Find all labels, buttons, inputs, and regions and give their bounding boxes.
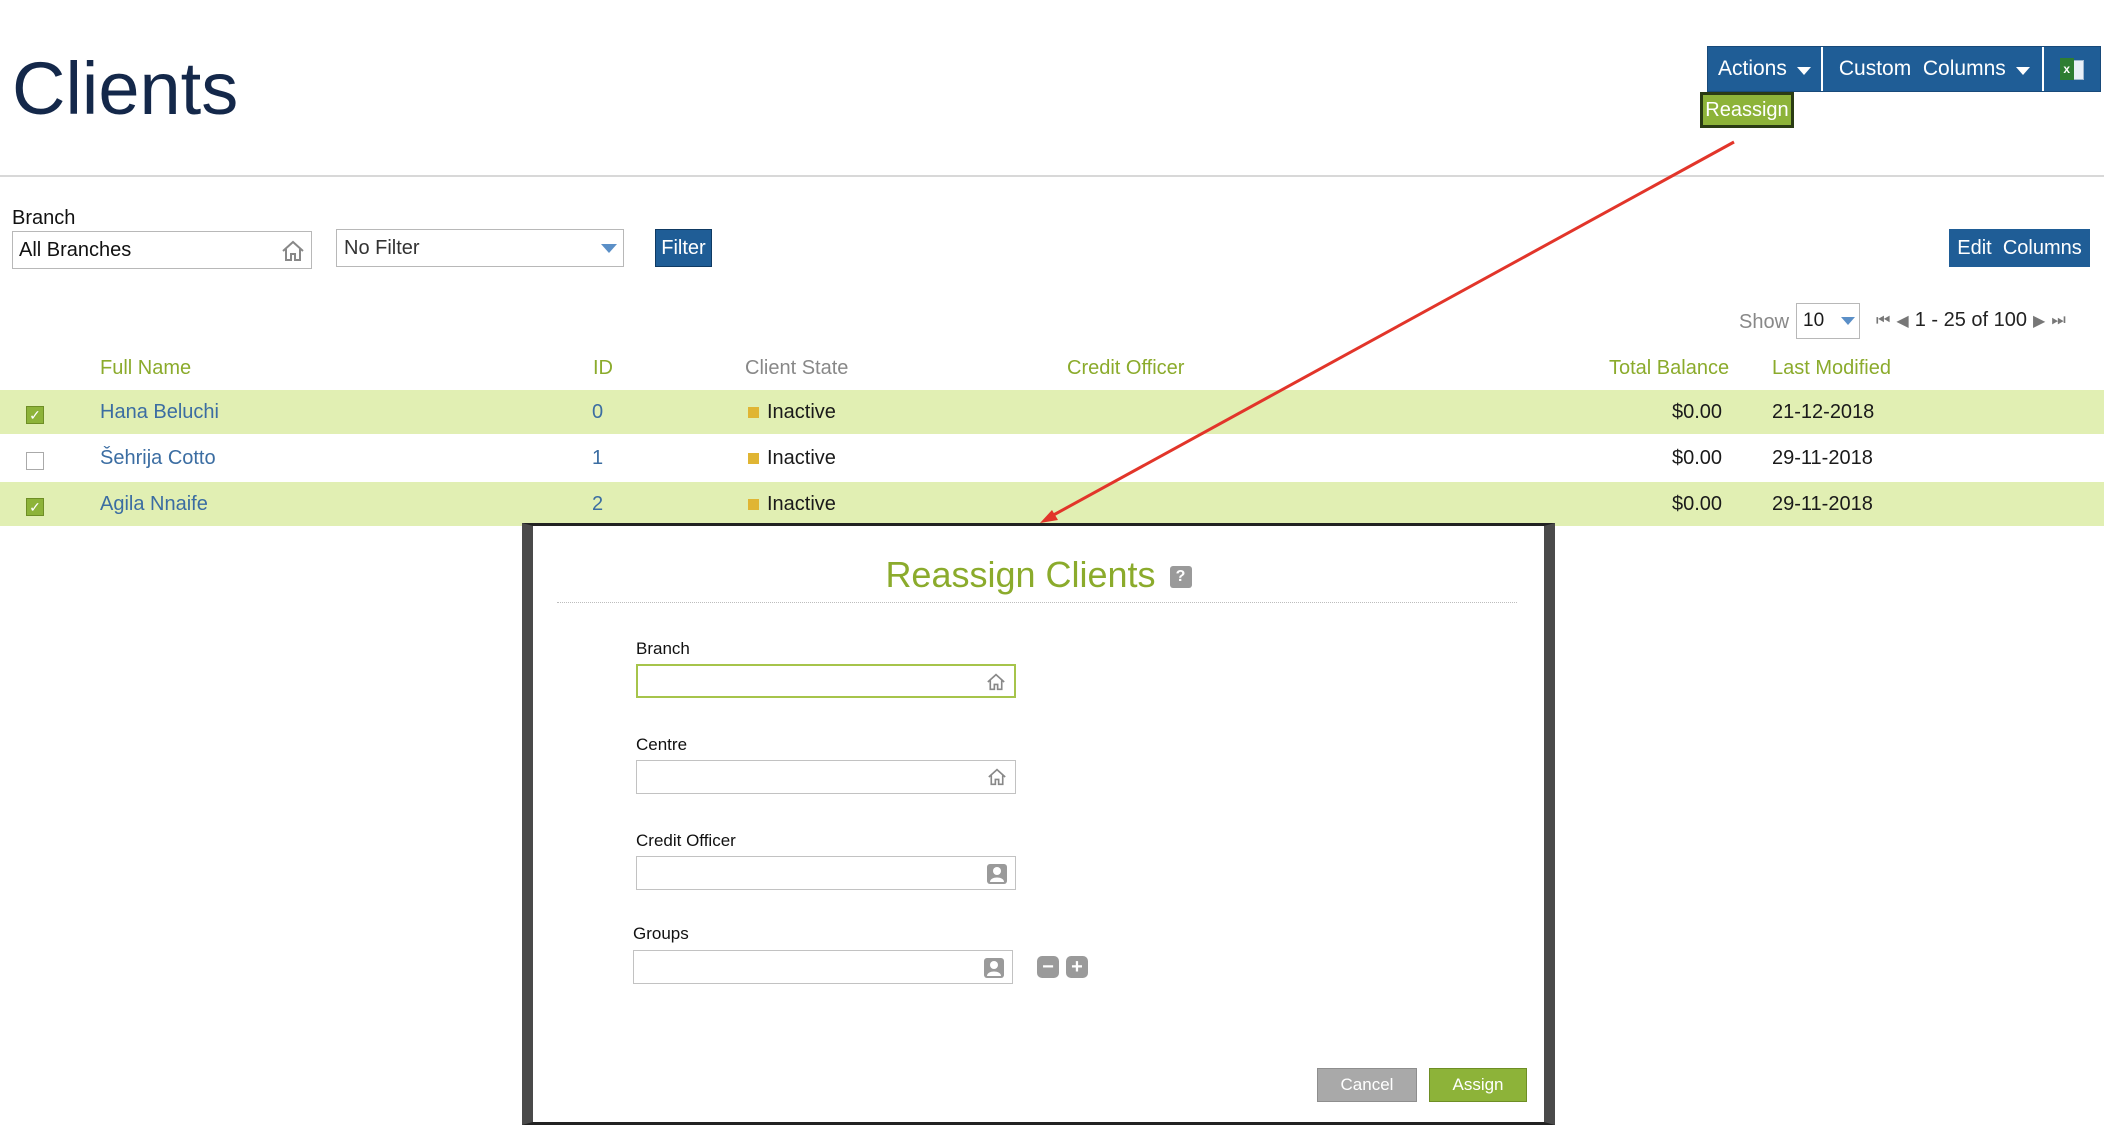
client-state: Inactive [748, 493, 836, 516]
dialog-title-text: Reassign Clients [885, 554, 1156, 595]
branch-label: Branch [12, 207, 76, 229]
branch-field[interactable] [636, 664, 1016, 698]
status-square-icon [748, 407, 759, 419]
last-page-icon[interactable]: ⏭ [2051, 312, 2065, 330]
chevron-down-icon [1796, 67, 1811, 75]
credit-officer-field-label: Credit Officer [636, 831, 736, 850]
cancel-button[interactable]: Cancel [1317, 1068, 1417, 1102]
client-id-link[interactable]: 2 [592, 493, 603, 516]
chevron-down-icon [601, 244, 617, 253]
person-icon[interactable] [987, 864, 1007, 889]
row-checkbox[interactable] [26, 452, 44, 470]
total-balance: $0.00 [1672, 493, 1723, 515]
page-range: 1 - 25 of 100 [1914, 309, 2028, 331]
assign-button[interactable]: Assign [1429, 1068, 1527, 1102]
actions-label: Actions [1718, 57, 1787, 80]
table-row[interactable]: Šehrija Cotto 1 Inactive $0.00 29-11-201… [0, 436, 2104, 480]
show-label: Show [1739, 311, 1790, 333]
status-square-icon [748, 499, 759, 511]
header-divider [0, 175, 2104, 177]
branch-selector[interactable]: All Branches [12, 231, 312, 269]
filter-select-value: No Filter [344, 236, 420, 259]
dialog-divider [557, 602, 1517, 603]
column-header-client-state[interactable]: Client State [745, 357, 848, 380]
first-page-icon[interactable]: ⏮ [1876, 312, 1890, 330]
excel-icon: x [2059, 58, 2084, 80]
total-balance: $0.00 [1672, 401, 1723, 423]
table-row[interactable]: ✓ Hana Beluchi 0 Inactive $0.00 21-12-20… [0, 390, 2104, 434]
chevron-down-icon [2015, 67, 2030, 75]
chevron-down-icon [1841, 317, 1855, 325]
client-state: Inactive [748, 447, 836, 470]
reassign-clients-dialog: Reassign Clients? Branch Centre Credit O… [522, 523, 1555, 1125]
custom-columns-button[interactable]: Custom Columns [1823, 47, 2044, 91]
help-icon[interactable]: ? [1169, 566, 1192, 589]
edit-columns-button[interactable]: Edit Columns [1949, 229, 2090, 267]
actions-button[interactable]: Actions [1708, 47, 1823, 91]
row-checkbox[interactable]: ✓ [26, 406, 44, 424]
client-id-link[interactable]: 1 [592, 447, 603, 470]
column-header-last-modified[interactable]: Last Modified [1772, 357, 1891, 380]
client-id-link[interactable]: 0 [592, 401, 603, 424]
page-size-value: 10 [1803, 310, 1825, 331]
column-header-total-balance[interactable]: Total Balance [1609, 357, 1729, 380]
page-title: Clients [12, 47, 239, 130]
groups-field[interactable] [633, 950, 1013, 984]
column-header-credit-officer[interactable]: Credit Officer [1067, 357, 1184, 380]
export-excel-button[interactable]: x [2044, 47, 2100, 91]
dialog-title: Reassign Clients? [533, 554, 1544, 596]
prev-page-icon[interactable]: ◀ [1896, 311, 1908, 331]
custom-columns-label: Custom Columns [1838, 57, 2006, 80]
remove-group-icon[interactable]: − [1037, 956, 1059, 978]
column-header-id[interactable]: ID [593, 357, 613, 380]
total-balance: $0.00 [1672, 447, 1723, 469]
top-toolbar: Actions Custom Columns x [1707, 46, 2101, 92]
reassign-menu-item[interactable]: Reassign [1700, 92, 1794, 128]
add-group-icon[interactable]: + [1066, 956, 1088, 978]
page-size-select[interactable]: 10 [1796, 303, 1860, 339]
client-state: Inactive [748, 401, 836, 424]
branch-field-label: Branch [636, 639, 690, 658]
client-name-link[interactable]: Šehrija Cotto [100, 447, 216, 470]
client-name-link[interactable]: Hana Beluchi [100, 401, 219, 424]
column-header-full-name[interactable]: Full Name [100, 357, 191, 380]
home-icon[interactable] [987, 768, 1007, 791]
centre-field[interactable] [636, 760, 1016, 794]
home-icon[interactable] [281, 240, 305, 268]
centre-field-label: Centre [636, 735, 688, 754]
pager: ⏮ ◀ 1 - 25 of 100 ▶ ⏭ [1876, 309, 2066, 332]
branch-value: All Branches [19, 238, 132, 261]
last-modified: 29-11-2018 [1772, 493, 1873, 515]
credit-officer-field[interactable] [636, 856, 1016, 890]
last-modified: 21-12-2018 [1772, 401, 1875, 423]
status-square-icon [748, 453, 759, 465]
groups-field-label: Groups [633, 924, 689, 943]
filter-button[interactable]: Filter [655, 229, 712, 267]
client-name-link[interactable]: Agila Nnaife [100, 493, 208, 516]
filter-select[interactable]: No Filter [336, 229, 624, 267]
person-icon[interactable] [984, 958, 1004, 983]
next-page-icon[interactable]: ▶ [2033, 311, 2045, 331]
table-row[interactable]: ✓ Agila Nnaife 2 Inactive $0.00 29-11-20… [0, 482, 2104, 526]
last-modified: 29-11-2018 [1772, 447, 1873, 469]
row-checkbox[interactable]: ✓ [26, 498, 44, 516]
home-icon[interactable] [986, 673, 1006, 696]
